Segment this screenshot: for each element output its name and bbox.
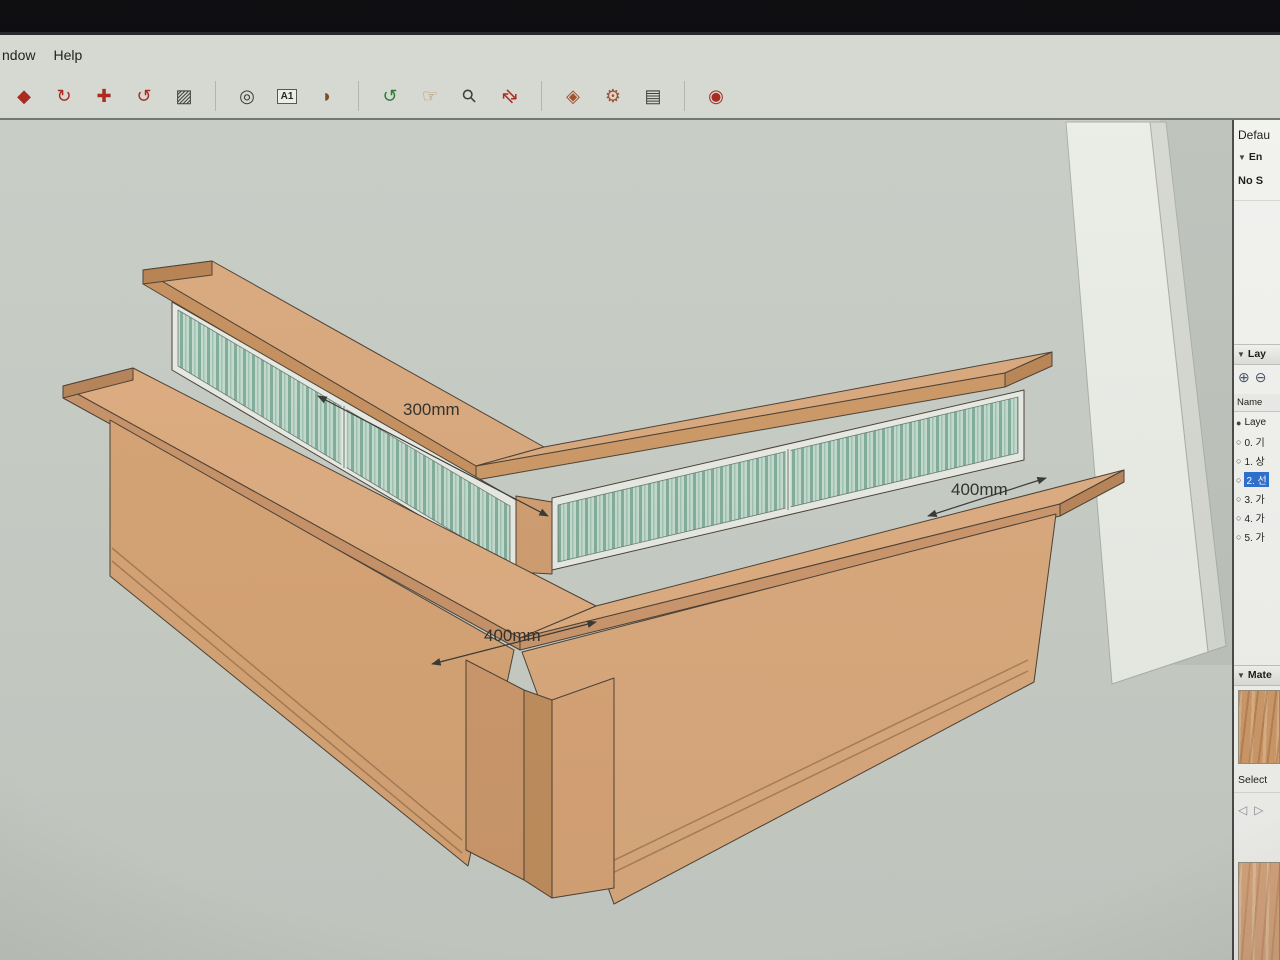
toolbar-separator [541,81,542,111]
collapse-arrow-icon: ▼ [1238,153,1246,162]
menu-help[interactable]: Help [44,47,91,63]
default-tray-panel: Defau ▼ En No S ▼ Lay ⊕⊖ Name ● Laye ○ 0. … [1232,120,1280,960]
export-tool-button[interactable]: ▤ [636,81,670,111]
pan-tool-button[interactable]: ☞ [413,81,447,111]
materials-panel-header[interactable]: ▼ Mate [1234,665,1280,686]
3d-viewport[interactable]: 300mm 400mm 400mm [0,0,1280,960]
styles-tool-button[interactable]: ◈ [556,81,590,111]
view-tool-button[interactable]: ◉ [699,81,733,111]
layer-row-selected[interactable]: ○ 2. 선 [1236,470,1280,489]
layer-row[interactable]: ○ 1. 상 [1236,451,1280,470]
rotate-tool-button[interactable]: ↺ [127,81,161,111]
layer-buttons-row: ⊕⊖ [1238,369,1271,386]
layer-row[interactable]: ● Laye [1236,413,1280,432]
layer-radio[interactable]: ○ [1236,513,1241,523]
export-image-tool-button[interactable]: ▨ [167,81,201,111]
layer-row[interactable]: ○ 0. 기 [1236,432,1280,451]
zoom-extents-tool-button[interactable]: ⇄ [493,81,527,111]
materials-header-label: Mate [1247,669,1272,681]
expand-arrows-icon: ⇄ [497,83,523,109]
forward-arrow-button[interactable]: ▷ [1254,803,1270,817]
toolbar-separator [358,81,359,111]
menu-window[interactable]: ndow [0,47,44,63]
layer-radio[interactable]: ○ [1236,437,1241,447]
zoom-window-tool-button[interactable]: ◎ [230,81,264,111]
layer-radio[interactable]: ○ [1236,456,1241,466]
corner-leg-center [523,689,553,899]
material-preview-wood[interactable] [1238,862,1280,960]
layer-label: Laye [1244,417,1267,428]
tray-divider [1234,200,1280,201]
collapse-arrow-icon: ▼ [1237,671,1245,680]
no-selection-status: No S [1238,175,1264,187]
layer-row[interactable]: ○ 4. 가 [1236,508,1280,527]
paint-bucket-tool-button[interactable]: ◗ [310,81,344,111]
sketchup-window: 300mm 400mm 400mm ndow Help ◆ ↻ ✚ ↺ ▨ ◎ … [0,0,1280,960]
material-swatch-wood[interactable] [1238,690,1280,764]
layer-row[interactable]: ○ 3. 가 [1236,489,1280,508]
zoom-tool-button[interactable]: ⚲ [453,81,487,111]
select-tool-button[interactable]: ◆ [7,81,41,111]
remove-layer-button[interactable]: ⊖ [1255,369,1272,385]
layer-label: 0. 기 [1244,438,1265,449]
toolbar: ◆ ↻ ✚ ↺ ▨ ◎ A1 ◗ ↺ ☞ ⚲ ⇄ ◈ ⚙ ▤ ◉ [0,74,1280,120]
tray-title: Defau [1238,128,1271,142]
layer-row[interactable]: ○ 5. 가 [1236,527,1280,546]
corner-leg-right [551,677,615,899]
rotate-copy-tool-button[interactable]: ↻ [47,81,81,111]
layer-label: 2. 선 [1244,472,1269,487]
dim-label-400mm-corner: 400mm [484,626,541,645]
layer-label: 1. 상 [1244,457,1265,468]
layer-radio[interactable]: ○ [1236,475,1241,485]
move-tool-button[interactable]: ✚ [87,81,121,111]
back-arrow-button[interactable]: ◁ [1238,803,1254,817]
materials-tool-button[interactable]: ⚙ [596,81,630,111]
layer-radio[interactable]: ○ [1236,494,1241,504]
toolbar-separator [215,81,216,111]
layer-label: 3. 가 [1244,495,1265,506]
tray-divider [1234,792,1280,793]
a1-icon: A1 [276,88,298,104]
dim-label-400mm-right: 400mm [951,480,1008,499]
entity-info-label: En [1248,151,1263,163]
materials-select-tab[interactable]: Select [1238,774,1267,786]
monitor-bezel [0,0,1280,35]
layers-panel-header[interactable]: ▼ Lay [1234,344,1280,365]
orbit-tool-button[interactable]: ↺ [373,81,407,111]
dimension-tool-button[interactable]: A1 [270,81,304,111]
toolbar-separator [684,81,685,111]
materials-nav-row: ◁▷ [1238,803,1270,817]
layers-list: ● Laye ○ 0. 기 ○ 1. 상 ○ 2. 선 ○ 3. 가 ○ 4. … [1236,413,1280,546]
layer-label: 5. 가 [1244,533,1265,544]
layer-radio[interactable]: ○ [1236,532,1241,542]
layer-label: 4. 가 [1244,514,1265,525]
layers-name-column-header[interactable]: Name [1234,394,1280,412]
dim-label-300mm: 300mm [403,400,460,419]
add-layer-button[interactable]: ⊕ [1238,369,1255,385]
collapse-arrow-icon: ▼ [1237,350,1245,359]
corner-leg-left [465,659,525,881]
entity-info-header[interactable]: ▼ En [1238,151,1262,163]
menu-bar: ndow Help [0,35,1280,74]
magnifier-icon: ⚲ [457,83,482,108]
layers-header-label: Lay [1247,348,1267,360]
layer-radio[interactable]: ● [1236,418,1241,428]
corner-post [515,495,553,575]
